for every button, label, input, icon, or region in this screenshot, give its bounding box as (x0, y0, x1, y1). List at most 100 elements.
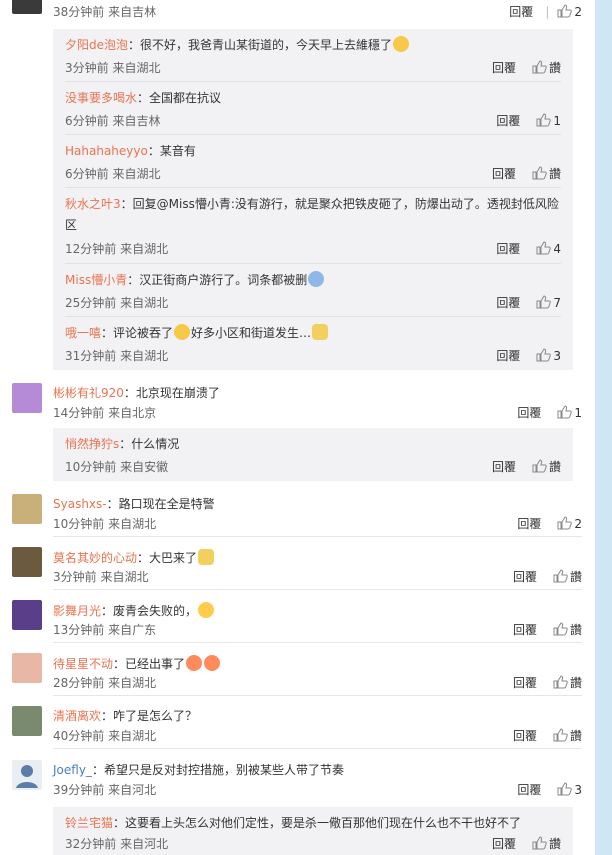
reply-colon: ： (120, 197, 133, 211)
thumbs-up-icon[interactable] (553, 622, 568, 636)
like-count[interactable]: 2 (574, 5, 582, 19)
reply-username[interactable]: 秋水之叶3 (65, 197, 121, 211)
comment-item: Joefly_：希望只是反对封控措施，别被某些人带了节奏 39分钟前 来自河北 … (12, 760, 582, 800)
reply-button[interactable]: 回覆 (517, 783, 541, 797)
reply-actions: 回覆 1 (496, 113, 561, 129)
comment-divider (53, 642, 582, 643)
like-count[interactable]: 讚 (549, 61, 561, 75)
action-divider: | (545, 5, 550, 19)
comment-username[interactable]: Syashxs- (53, 497, 107, 511)
reply-item: 没事要多喝水：全国都在抗议 6分钟前 来自吉林 回覆 1 (65, 88, 561, 135)
thumbs-up-icon[interactable] (532, 60, 547, 74)
reply-source: 来自湖北 (120, 296, 169, 310)
reply-button[interactable]: 回覆 (496, 296, 520, 310)
thumbs-up-icon[interactable] (536, 113, 552, 127)
comment-actions: 回覆 | 2 (509, 4, 582, 20)
thumbs-up-icon[interactable] (557, 782, 573, 796)
reply-button[interactable]: 回覆 (517, 406, 541, 420)
like-count[interactable]: 2 (574, 517, 582, 531)
reply-button[interactable]: 回覆 (496, 349, 520, 363)
comment-meta: 39分钟前 来自河北 (53, 782, 156, 798)
reply-username[interactable]: Miss懵小青 (65, 273, 127, 287)
comment-actions: 回覆 讚 (513, 569, 582, 585)
reply-item: 秋水之叶3：回复@Miss懵小青:没有游行，就是聚众把铁皮砸了，防爆出动了。透视… (65, 194, 561, 264)
thumbs-up-icon[interactable] (553, 728, 568, 742)
avatar[interactable] (12, 0, 42, 14)
reply-text-continued: 好多小区和街道发生… (191, 326, 312, 340)
avatar[interactable] (12, 760, 42, 790)
avatar[interactable] (12, 653, 42, 683)
avatar[interactable] (12, 547, 42, 577)
like-count[interactable]: 3 (553, 349, 561, 363)
like-count[interactable]: 讚 (549, 167, 561, 181)
reply-username[interactable]: 哦一嘻 (65, 326, 101, 340)
reply-actions: 回覆 4 (496, 241, 561, 257)
comment-source: 来自北京 (108, 406, 157, 420)
reply-button[interactable]: 回覆 (492, 460, 516, 474)
reply-username[interactable]: 铃兰宅猫 (65, 816, 113, 830)
thumbs-up-icon[interactable] (553, 569, 568, 583)
like-count[interactable]: 3 (574, 783, 582, 797)
comment-time: 28分钟前 (53, 676, 105, 690)
reply-username[interactable]: 悄然挣狞s (65, 437, 119, 451)
thumbs-up-icon[interactable] (532, 836, 547, 850)
reply-actions: 回覆 7 (496, 295, 561, 311)
avatar[interactable] (12, 706, 42, 736)
thumbs-up-icon[interactable] (532, 459, 547, 473)
reply-colon: ： (101, 326, 114, 340)
laughing-emoji (198, 602, 215, 618)
like-count[interactable]: 1 (574, 406, 582, 420)
thumbs-up-icon[interactable] (553, 675, 568, 689)
thumbs-up-icon[interactable] (557, 516, 573, 530)
thumbs-up-icon[interactable] (536, 241, 552, 255)
thumbs-up-icon[interactable] (532, 166, 547, 180)
comment-text: 希望只是反对封控措施，别被某些人带了节奏 (103, 763, 344, 777)
cat-emoji (312, 324, 329, 340)
comment-username[interactable]: 影舞月光 (53, 604, 101, 618)
reply-button[interactable]: 回覆 (513, 729, 537, 743)
reply-button[interactable]: 回覆 (496, 242, 520, 256)
comment-username[interactable]: Joefly_ (53, 763, 92, 777)
like-count[interactable]: 讚 (570, 623, 582, 637)
reply-thread: 夕阳de泡泡：很不好，我爸青山某街道的，今天早上去維穩了 3分钟前 来自湖北 回… (53, 29, 573, 370)
comment-text: 北京现在崩溃了 (135, 386, 220, 400)
avatar[interactable] (12, 383, 42, 413)
comment-username[interactable]: 待星星不动 (53, 657, 113, 671)
reply-button[interactable]: 回覆 (492, 61, 516, 75)
reply-text: 什么情况 (131, 437, 180, 451)
thumbs-up-icon[interactable] (536, 295, 552, 309)
like-count[interactable]: 4 (553, 242, 561, 256)
reply-divider (65, 187, 561, 188)
comment-username[interactable]: 彬彬有礼920 (53, 386, 124, 400)
like-count[interactable]: 讚 (570, 570, 582, 584)
reply-button[interactable]: 回覆 (496, 114, 520, 128)
like-count[interactable]: 讚 (549, 460, 561, 474)
reply-source: 来自湖北 (112, 167, 161, 181)
like-count[interactable]: 7 (553, 296, 561, 310)
reply-button[interactable]: 回覆 (513, 570, 537, 584)
reply-button[interactable]: 回覆 (513, 676, 537, 690)
reply-username[interactable]: Hahahaheyyo (65, 144, 148, 158)
reply-button[interactable]: 回覆 (492, 167, 516, 181)
comment-actions: 回覆 1 (517, 405, 582, 421)
reply-username[interactable]: 没事要多喝水 (65, 91, 137, 105)
avatar[interactable] (12, 600, 42, 630)
like-count[interactable]: 1 (553, 114, 561, 128)
like-count[interactable]: 讚 (549, 837, 561, 851)
thumbs-up-icon[interactable] (557, 405, 573, 419)
avatar[interactable] (12, 494, 42, 524)
comment-time: 40分钟前 (53, 729, 105, 743)
comment-username[interactable]: 莫名其妙的心动 (53, 551, 137, 565)
reply-button[interactable]: 回覆 (509, 5, 533, 19)
reply-time: 6分钟前 (65, 114, 109, 128)
reply-username[interactable]: 夕阳de泡泡 (65, 38, 128, 52)
thumbs-up-icon[interactable] (536, 348, 552, 362)
reply-button[interactable]: 回覆 (517, 517, 541, 531)
comment-body: 莫名其妙的心动：大巴来了 (53, 549, 215, 566)
reply-button[interactable]: 回覆 (513, 623, 537, 637)
like-count[interactable]: 讚 (570, 729, 582, 743)
like-count[interactable]: 讚 (570, 676, 582, 690)
reply-button[interactable]: 回覆 (492, 837, 516, 851)
thumbs-up-icon[interactable] (557, 4, 573, 18)
comment-username[interactable]: 清酒离欢 (53, 709, 101, 723)
